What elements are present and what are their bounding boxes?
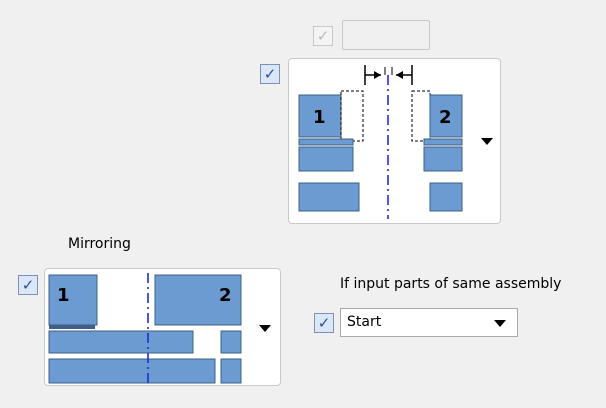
same-assembly-label: If input parts of same assembly (340, 276, 562, 292)
same-assembly-select-value: Start (347, 314, 382, 330)
mirror-part-1-label: 1 (57, 285, 70, 306)
mirroring-label: Mirroring (68, 236, 131, 252)
chevron-down-icon (259, 325, 271, 332)
same-assembly-checkbox[interactable]: ✓ (314, 313, 334, 333)
mirroring-picker[interactable]: 1 2 (44, 268, 281, 386)
top-option-field (342, 20, 430, 50)
chevron-down-icon (481, 138, 493, 145)
top-option-checkbox: ✓ (313, 26, 333, 46)
gap-part-2-label: 2 (439, 107, 452, 128)
mirror-part-2-label: 2 (219, 285, 232, 306)
gap-picker-checkbox[interactable]: ✓ (260, 64, 280, 84)
same-assembly-select[interactable]: Start (340, 308, 518, 337)
gap-diagram: 1 2 (298, 65, 463, 219)
mirroring-diagram: 1 2 (48, 273, 242, 385)
gap-picker[interactable]: 1 2 (288, 58, 501, 224)
gap-part-1-label: 1 (313, 107, 326, 128)
chevron-down-icon (494, 320, 506, 327)
mirroring-checkbox[interactable]: ✓ (18, 275, 38, 295)
